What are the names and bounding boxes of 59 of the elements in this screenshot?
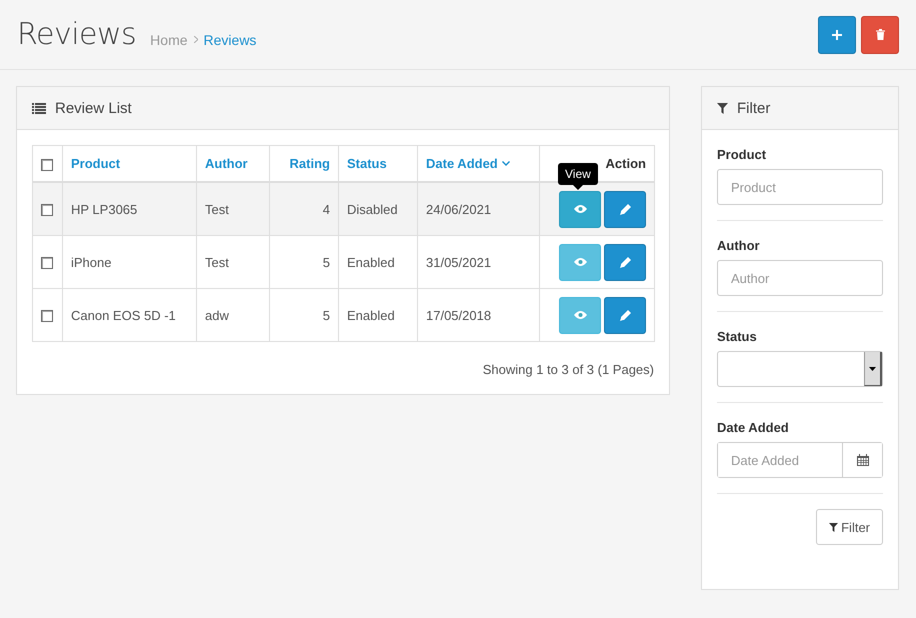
table-cell: Test [205, 254, 229, 270]
plus-icon [832, 30, 842, 40]
edit-button[interactable] [604, 190, 646, 228]
table-cell: adw [205, 308, 229, 322]
table-row[interactable]: Canon EOS 5D -1 adw 5 Enabled 17/05/2018 [32, 288, 654, 342]
pencil-icon [620, 204, 630, 214]
filter-button[interactable]: Filter [816, 509, 883, 545]
eye-icon [574, 258, 586, 266]
filter-icon [717, 102, 728, 114]
eye-icon [574, 311, 586, 319]
input-field[interactable]: Author [717, 260, 883, 296]
table-cell: 31/05/2021 [426, 254, 492, 270]
table-cell: Enabled [347, 254, 395, 270]
table-cell: 5 [322, 254, 330, 270]
chevron-icon [194, 36, 198, 42]
pagination-text: Showing 1 to 3 of 3 (1 Pages) [482, 362, 654, 377]
checkbox[interactable] [41, 257, 53, 270]
calendar-icon [856, 454, 868, 466]
checkbox[interactable] [41, 158, 53, 171]
view-button[interactable] [559, 190, 601, 228]
dropdown-arrow-icon [869, 366, 876, 370]
table-cell: Test [205, 202, 229, 216]
table-cell: 5 [322, 308, 330, 322]
checkbox[interactable] [41, 204, 53, 216]
status-select[interactable] [717, 351, 883, 387]
panel-title: Filter [737, 100, 770, 116]
field-label: Date Added [717, 420, 790, 435]
trash-icon [876, 29, 884, 40]
table-cell: HP LP3065 [71, 202, 138, 216]
table-cell: iPhone [71, 254, 112, 270]
table-cell: Canon EOS 5D -1 [71, 308, 176, 322]
page-title: Reviews [17, 17, 136, 52]
breadcrumb-link[interactable]: Reviews [204, 32, 256, 48]
pencil-icon [620, 256, 630, 268]
table-cell: 4 [322, 202, 330, 216]
breadcrumb-link[interactable]: Home [150, 32, 188, 48]
table-row[interactable]: iPhone Test 5 Enabled 31/05/2021 [32, 236, 654, 288]
delete-button[interactable] [861, 16, 899, 54]
eye-icon [574, 205, 586, 213]
sort-caret-icon [502, 161, 510, 166]
date-field[interactable]: Date Added [717, 442, 883, 478]
field-label: Product [717, 147, 768, 162]
filter-icon [829, 522, 838, 532]
table-cell: Disabled [347, 202, 398, 216]
table-cell: 17/05/2018 [426, 308, 492, 322]
field-label: Status [717, 329, 758, 344]
panel-title: Review List [55, 100, 132, 116]
edit-button[interactable] [604, 296, 646, 334]
list-icon [32, 102, 46, 114]
table-cell: 24/06/2021 [426, 202, 492, 216]
edit-button[interactable] [604, 244, 646, 280]
add-button[interactable] [818, 16, 856, 54]
checkbox[interactable] [41, 310, 53, 322]
pencil-icon [620, 310, 630, 320]
field-label: Author [717, 238, 761, 253]
table-cell: Enabled [347, 308, 395, 322]
tooltip-arrow-icon [572, 184, 583, 190]
input-field[interactable]: Product [717, 169, 883, 205]
tooltip: View [558, 162, 598, 190]
